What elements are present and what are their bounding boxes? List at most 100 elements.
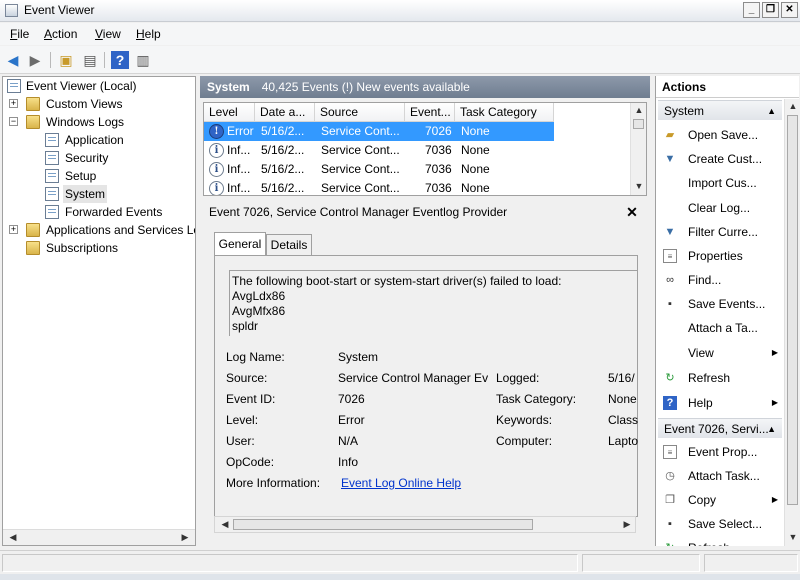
- action-properties[interactable]: ≡ Properties: [658, 245, 782, 267]
- events-table[interactable]: Level Date a... Source Event... Task Cat…: [203, 102, 647, 196]
- console-tree: Event Viewer (Local) + Custom Views − Wi…: [2, 76, 196, 546]
- action-clear-log[interactable]: Clear Log...: [658, 197, 782, 219]
- refresh-icon: ↻: [663, 541, 677, 546]
- window-title: Event Viewer: [24, 3, 95, 17]
- expand-icon[interactable]: +: [9, 99, 18, 108]
- collapse-icon[interactable]: −: [9, 117, 18, 126]
- table-row[interactable]: i Inf... 5/16/2... Service Cont... 7036 …: [204, 179, 554, 195]
- action-filter-current-log[interactable]: ▼ Filter Curre...: [658, 221, 782, 243]
- actions-vertical-scrollbar[interactable]: ▲ ▼: [784, 99, 799, 546]
- tab-details[interactable]: Details: [266, 234, 312, 256]
- close-detail-icon[interactable]: ✕: [624, 202, 640, 222]
- actions-section-system[interactable]: System ▲: [658, 100, 782, 120]
- action-refresh[interactable]: ↻ Refresh: [658, 367, 782, 389]
- event-description[interactable]: The following boot-start or system-start…: [229, 270, 637, 336]
- table-row[interactable]: i Inf... 5/16/2... Service Cont... 7036 …: [204, 141, 554, 160]
- event-id-value: 7026: [338, 392, 365, 406]
- action-event-properties[interactable]: ≡ Event Prop...: [658, 441, 782, 463]
- scroll-left-icon[interactable]: ◀: [217, 519, 233, 530]
- scroll-thumb[interactable]: [233, 519, 533, 530]
- help-icon[interactable]: ?: [111, 51, 129, 69]
- events-vertical-scrollbar[interactable]: ▲ ▼: [630, 103, 646, 195]
- user-value: N/A: [338, 434, 359, 448]
- actions-pane: Actions System ▲ ▰ Open Save... ▼ Create …: [655, 76, 799, 546]
- action-save-events[interactable]: ▪ Save Events...: [658, 293, 782, 315]
- event-viewer-icon: [7, 79, 21, 93]
- menu-help[interactable]: Help: [136, 27, 161, 41]
- scroll-right-icon[interactable]: ▶: [177, 532, 193, 543]
- more-information-label: More Information:: [226, 476, 321, 490]
- forward-arrow-icon[interactable]: ▶: [26, 51, 44, 69]
- submenu-arrow-icon: ▶: [771, 398, 778, 407]
- save-icon: ▪: [668, 518, 672, 530]
- collapse-triangle-icon[interactable]: ▲: [767, 101, 776, 120]
- close-window-button[interactable]: ✕: [781, 2, 798, 18]
- action-help[interactable]: ? Help ▶: [658, 392, 782, 414]
- status-pane: [2, 554, 578, 572]
- user-label: User:: [226, 434, 255, 448]
- folder-icon: [26, 223, 40, 237]
- action-save-selected-events[interactable]: ▪ Save Select...: [658, 513, 782, 535]
- task-icon: ◷: [665, 470, 675, 482]
- binoculars-icon: ∞: [666, 274, 674, 286]
- refresh-icon: ↻: [665, 372, 675, 384]
- action-open-saved-log[interactable]: ▰ Open Save...: [658, 124, 782, 146]
- action-view[interactable]: View ▶: [658, 342, 782, 364]
- properties-icon: ≡: [663, 445, 677, 459]
- scroll-thumb[interactable]: [633, 119, 644, 129]
- actions-section-event[interactable]: Event 7026, Servi... ▲: [658, 418, 782, 438]
- log-header: System 40,425 Events (!) New events avail…: [200, 76, 650, 98]
- scroll-up-icon[interactable]: ▲: [785, 101, 799, 111]
- menu-action[interactable]: Action: [44, 27, 77, 41]
- scroll-up-icon[interactable]: ▲: [631, 105, 646, 115]
- open-folder-icon: ▰: [665, 129, 675, 141]
- scroll-down-icon[interactable]: ▼: [785, 532, 799, 542]
- logged-label: Logged:: [496, 371, 540, 385]
- action-attach-task-to-log[interactable]: Attach a Ta...: [658, 317, 782, 339]
- collapse-triangle-icon[interactable]: ▲: [767, 419, 776, 438]
- show-hide-action-pane-icon[interactable]: ▥: [134, 51, 152, 69]
- action-create-custom-view[interactable]: ▼ Create Cust...: [658, 148, 782, 170]
- action-attach-task-to-event[interactable]: ◷ Attach Task...: [658, 465, 782, 487]
- menu-bar: File Action View Help: [0, 23, 800, 45]
- restore-button[interactable]: ❐: [762, 2, 779, 18]
- action-import-custom-view[interactable]: Import Cus...: [658, 172, 782, 194]
- expand-icon[interactable]: +: [9, 225, 18, 234]
- column-event-id[interactable]: Event...: [405, 103, 455, 122]
- info-icon: i: [209, 143, 224, 158]
- scroll-down-icon[interactable]: ▼: [631, 181, 646, 191]
- scroll-thumb[interactable]: [787, 115, 798, 505]
- task-category-value: None: [608, 392, 637, 406]
- scroll-right-icon[interactable]: ▶: [619, 519, 635, 530]
- event-log-online-help-link[interactable]: Event Log Online Help: [341, 476, 461, 490]
- tree-horizontal-scrollbar[interactable]: ◀ ▶: [3, 529, 195, 545]
- keywords-label: Keywords:: [496, 413, 553, 427]
- source-value: Service Control Manager Eve: [338, 371, 488, 385]
- table-row[interactable]: ! Error 5/16/2... Service Cont... 7026 N…: [204, 122, 554, 141]
- scroll-left-icon[interactable]: ◀: [5, 532, 21, 543]
- action-copy[interactable]: ❐ Copy ▶: [658, 489, 782, 511]
- menu-file[interactable]: File: [10, 27, 29, 41]
- event-id-label: Event ID:: [226, 392, 276, 406]
- status-pane: [704, 554, 798, 572]
- log-icon: [45, 187, 59, 201]
- table-row[interactable]: i Inf... 5/16/2... Service Cont... 7036 …: [204, 160, 554, 179]
- minimize-button[interactable]: _: [743, 2, 760, 18]
- properties-icon: ≡: [663, 249, 677, 263]
- menu-view[interactable]: View: [95, 27, 121, 41]
- action-refresh-event[interactable]: ↻ Refresh: [658, 537, 782, 546]
- detail-horizontal-scrollbar[interactable]: ◀ ▶: [214, 516, 636, 533]
- tab-general[interactable]: General: [214, 232, 266, 256]
- event-viewer-app-icon: [5, 4, 18, 17]
- up-folder-icon[interactable]: ▣: [57, 51, 75, 69]
- submenu-arrow-icon: ▶: [771, 495, 778, 504]
- action-find[interactable]: ∞ Find...: [658, 269, 782, 291]
- column-level[interactable]: Level: [204, 103, 255, 122]
- column-source[interactable]: Source: [315, 103, 405, 122]
- back-arrow-icon[interactable]: ◀: [4, 51, 22, 69]
- column-task-category[interactable]: Task Category: [455, 103, 554, 122]
- column-date[interactable]: Date a...: [255, 103, 315, 122]
- info-icon: i: [209, 181, 224, 195]
- error-icon: !: [209, 124, 224, 139]
- show-hide-tree-icon[interactable]: ▤: [81, 51, 99, 69]
